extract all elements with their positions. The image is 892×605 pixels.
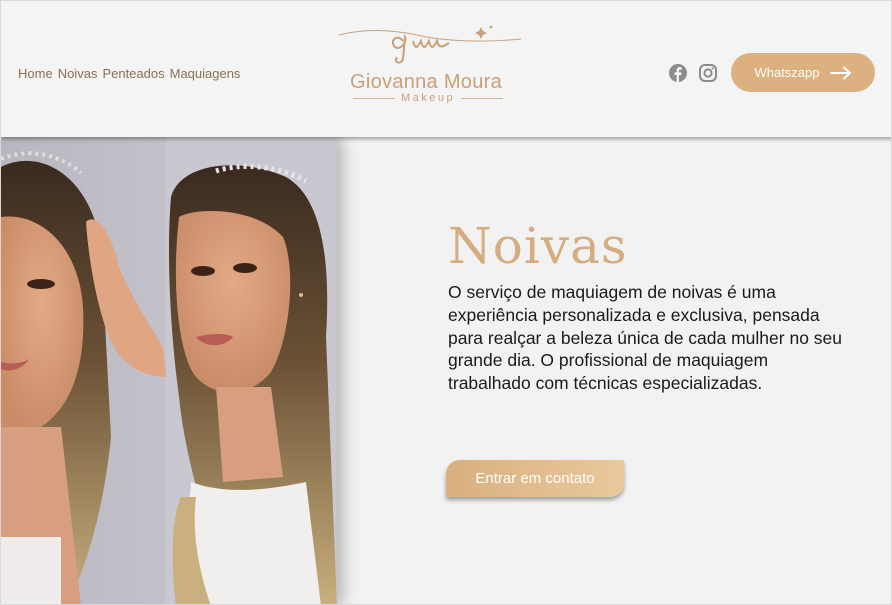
whatsapp-button[interactable]: Whatszapp	[731, 53, 875, 92]
arrow-right-icon	[829, 66, 851, 79]
hero-section: Noivas O serviço de maquiagem de noivas …	[1, 137, 891, 604]
nav-penteados[interactable]: Penteados	[102, 66, 164, 81]
nav-maquiagens[interactable]: Maquiagens	[170, 66, 241, 81]
hero-title: Noivas	[448, 217, 628, 275]
bride-photo	[1, 137, 337, 604]
logo-divider-right	[461, 97, 504, 99]
logo-sub-row: Makeup	[353, 92, 504, 104]
contact-button[interactable]: Entrar em contato	[446, 460, 624, 497]
main-nav: Home Noivas Penteados Maquiagens	[18, 66, 240, 81]
logo-monogram-icon	[338, 25, 522, 64]
brand-logo[interactable]: Giovanna Moura Makeup	[331, 19, 531, 109]
whatsapp-label: Whatszapp	[754, 65, 820, 80]
logo-sub: Makeup	[400, 92, 456, 104]
hero-description: O serviço de maquiagem de noivas é uma e…	[448, 282, 842, 394]
page: Home Noivas Penteados Maquiagens Giovann…	[0, 0, 892, 605]
logo-divider-left	[353, 97, 395, 99]
logo-name: Giovanna Moura	[349, 71, 503, 93]
nav-home[interactable]: Home	[18, 66, 53, 81]
nav-noivas[interactable]: Noivas	[58, 66, 98, 81]
facebook-icon[interactable]	[668, 63, 688, 83]
instagram-icon[interactable]	[698, 63, 718, 83]
site-header: Home Noivas Penteados Maquiagens Giovann…	[1, 1, 891, 137]
